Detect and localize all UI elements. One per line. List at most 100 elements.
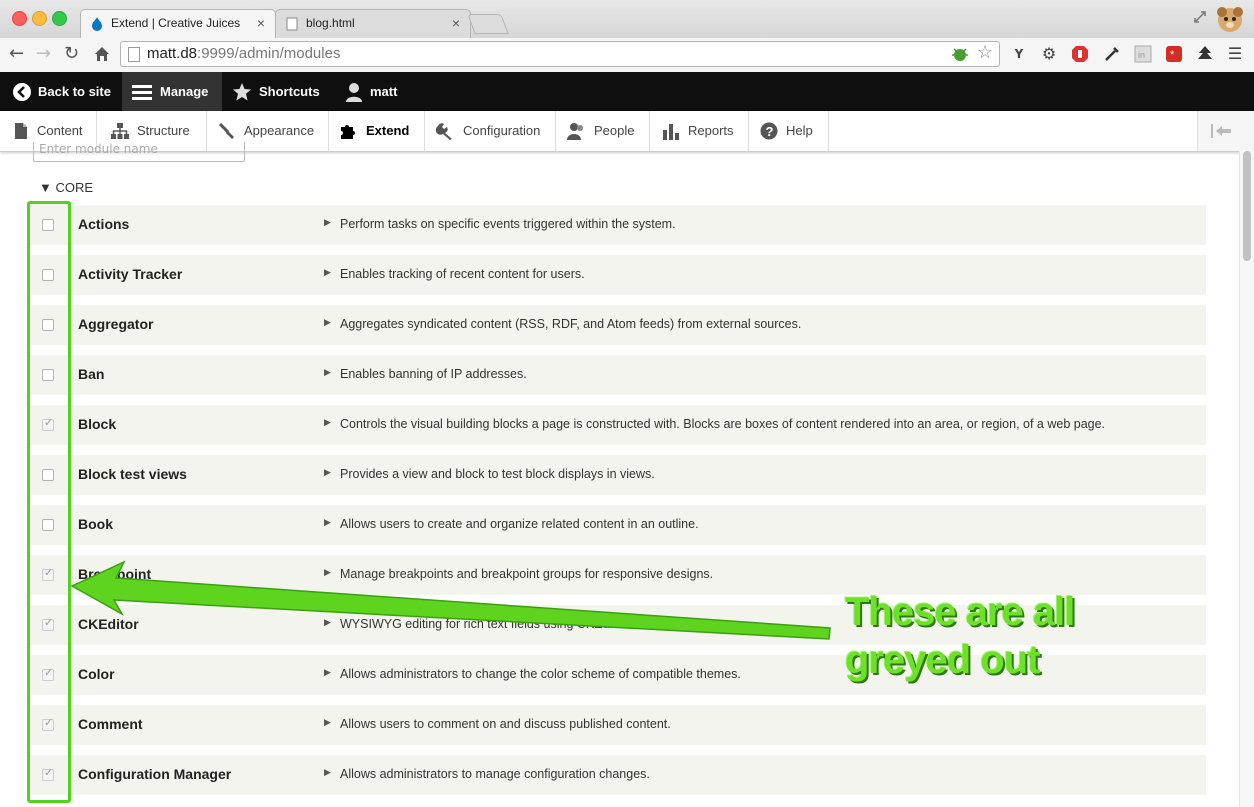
tray-label: Extend — [366, 123, 410, 138]
tray-item-reports[interactable]: Reports — [650, 111, 749, 151]
module-filter-input[interactable]: Enter module name — [33, 142, 245, 162]
reload-icon[interactable]: ↻ — [64, 44, 79, 64]
tab-blog[interactable]: blog.html × — [275, 9, 471, 38]
module-description[interactable]: Allows users to comment on and discuss p… — [340, 717, 671, 731]
svg-text:?: ? — [766, 124, 774, 139]
expand-triangle-icon[interactable]: ▶ — [324, 218, 331, 228]
yslow-icon[interactable]: Y — [1010, 45, 1028, 63]
menu-icon[interactable]: ☰ — [1226, 45, 1244, 63]
module-name[interactable]: Block test views — [78, 466, 187, 482]
expand-triangle-icon[interactable]: ▶ — [324, 768, 331, 778]
close-window-button[interactable] — [12, 11, 27, 26]
module-description[interactable]: WYSIWYG editing for rich text fields usi… — [340, 617, 630, 631]
module-description[interactable]: Controls the visual building blocks a pa… — [340, 417, 1105, 431]
profile-avatar-icon[interactable] — [1214, 3, 1246, 35]
gear-icon[interactable]: ⚙ — [1040, 45, 1058, 63]
core-section-toggle[interactable]: ▼ CORE — [39, 180, 93, 195]
expand-triangle-icon[interactable]: ▶ — [324, 468, 331, 478]
wrench-icon — [436, 123, 452, 140]
module-name[interactable]: Aggregator — [78, 316, 153, 332]
url-path: :9999/admin/modules — [197, 45, 341, 62]
module-row[interactable]: Block test views ▶ Provides a view and blo… — [30, 455, 1206, 495]
module-name[interactable]: Activity Tracker — [78, 266, 182, 282]
eyedropper-icon[interactable] — [1103, 45, 1121, 63]
shortcuts-tab[interactable]: Shortcuts — [222, 72, 332, 111]
page-favicon-icon — [286, 17, 298, 31]
module-description[interactable]: Allows administrators to change the colo… — [340, 667, 741, 681]
tray-item-people[interactable]: People — [556, 111, 650, 151]
tray-label: Help — [786, 123, 813, 138]
module-name[interactable]: Comment — [78, 716, 143, 732]
expand-triangle-icon[interactable]: ▶ — [324, 318, 331, 328]
module-description[interactable]: Allows users to create and organize rela… — [340, 517, 699, 531]
module-row[interactable]: Actions ▶ Perform tasks on specific events… — [30, 205, 1206, 245]
back-to-site-link[interactable]: Back to site — [0, 72, 122, 111]
module-name[interactable]: Block — [78, 416, 116, 432]
module-name[interactable]: CKEditor — [78, 616, 139, 632]
filter-placeholder: Enter module name — [39, 142, 158, 156]
module-name[interactable]: Color — [78, 666, 115, 682]
tray-item-configuration[interactable]: Configuration — [425, 111, 556, 151]
module-description[interactable]: Manage breakpoints and breakpoint groups… — [340, 567, 713, 581]
module-name[interactable]: Book — [78, 516, 113, 532]
module-description[interactable]: Perform tasks on specific events trigger… — [340, 217, 676, 231]
module-description[interactable]: Aggregates syndicated content (RSS, RDF,… — [340, 317, 801, 331]
drupal-favicon-icon — [92, 17, 102, 31]
tab-title: Extend | Creative Juices — [111, 16, 241, 30]
expand-triangle-icon[interactable]: ▶ — [324, 368, 331, 378]
adblock-icon[interactable] — [1071, 45, 1089, 63]
tray-item-help[interactable]: ? Help — [749, 111, 829, 151]
linkedin-icon[interactable]: in — [1134, 45, 1152, 63]
new-tab-button[interactable] — [467, 14, 509, 34]
bookmark-star-icon[interactable]: ☆ — [977, 42, 993, 63]
module-name[interactable]: Breakpoint — [78, 566, 151, 582]
tab-title: blog.html — [306, 16, 355, 30]
module-row[interactable]: ✓ Block ▶ Controls the visual building bloc… — [30, 405, 1206, 445]
expand-triangle-icon[interactable]: ▶ — [324, 518, 331, 528]
expand-triangle-icon[interactable]: ▶ — [324, 268, 331, 278]
module-row[interactable]: Ban ▶ Enables banning of IP addresses. — [30, 355, 1206, 395]
module-row[interactable]: Activity Tracker ▶ Enables tracking of rec… — [30, 255, 1206, 295]
module-description[interactable]: Allows administrators to manage configur… — [340, 767, 650, 781]
manage-tab[interactable]: Manage — [122, 72, 222, 111]
puzzle-icon — [341, 125, 355, 139]
annotation-highlight-box — [27, 201, 71, 803]
sitemap-icon — [111, 123, 129, 139]
user-icon — [346, 83, 362, 102]
fullscreen-icon[interactable] — [1193, 10, 1207, 24]
page-scrollbar[interactable] — [1239, 151, 1254, 807]
expand-triangle-icon[interactable]: ▶ — [324, 668, 331, 678]
extension-bug-icon[interactable] — [951, 45, 969, 63]
lastpass-icon[interactable]: * — [1165, 45, 1183, 63]
zoom-window-button[interactable] — [52, 11, 67, 26]
tab-close-icon[interactable]: × — [452, 15, 460, 31]
forward-arrow-icon[interactable]: → — [36, 44, 51, 64]
tab-close-icon[interactable]: × — [257, 15, 265, 31]
expand-triangle-icon[interactable]: ▶ — [324, 418, 331, 428]
tab-extend[interactable]: Extend | Creative Juices × — [80, 9, 276, 38]
module-description[interactable]: Provides a view and block to test block … — [340, 467, 655, 481]
module-row[interactable]: Aggregator ▶ Aggregates syndicated content… — [30, 305, 1206, 345]
module-description[interactable]: Enables tracking of recent content for u… — [340, 267, 585, 281]
module-row[interactable]: ✓ Configuration Manager ▶ Allows administra… — [30, 755, 1206, 795]
module-name[interactable]: Ban — [78, 366, 104, 382]
module-description[interactable]: Enables banning of IP addresses. — [340, 367, 527, 381]
module-row[interactable]: ✓ Comment ▶ Allows users to comment on and … — [30, 705, 1206, 745]
tray-orientation-toggle[interactable] — [1197, 111, 1254, 151]
expand-triangle-icon[interactable]: ▶ — [324, 718, 331, 728]
tray-label: People — [594, 123, 635, 138]
module-row[interactable]: Book ▶ Allows users to create and organize… — [30, 505, 1206, 545]
hamburger-icon — [132, 85, 152, 100]
module-name[interactable]: Actions — [78, 216, 129, 232]
back-arrow-icon[interactable]: ← — [9, 44, 24, 64]
expand-triangle-icon[interactable]: ▶ — [324, 568, 331, 578]
tree-icon[interactable] — [1196, 45, 1214, 63]
address-bar[interactable]: matt.d8:9999/admin/modules ☆ — [120, 41, 1000, 67]
user-tab[interactable]: matt — [332, 72, 412, 111]
module-name[interactable]: Configuration Manager — [78, 766, 231, 782]
expand-triangle-icon[interactable]: ▶ — [324, 618, 331, 628]
scrollbar-thumb[interactable] — [1243, 151, 1251, 261]
tray-item-extend[interactable]: Extend — [329, 111, 425, 151]
minimize-window-button[interactable] — [32, 11, 47, 26]
home-icon[interactable] — [94, 46, 110, 62]
